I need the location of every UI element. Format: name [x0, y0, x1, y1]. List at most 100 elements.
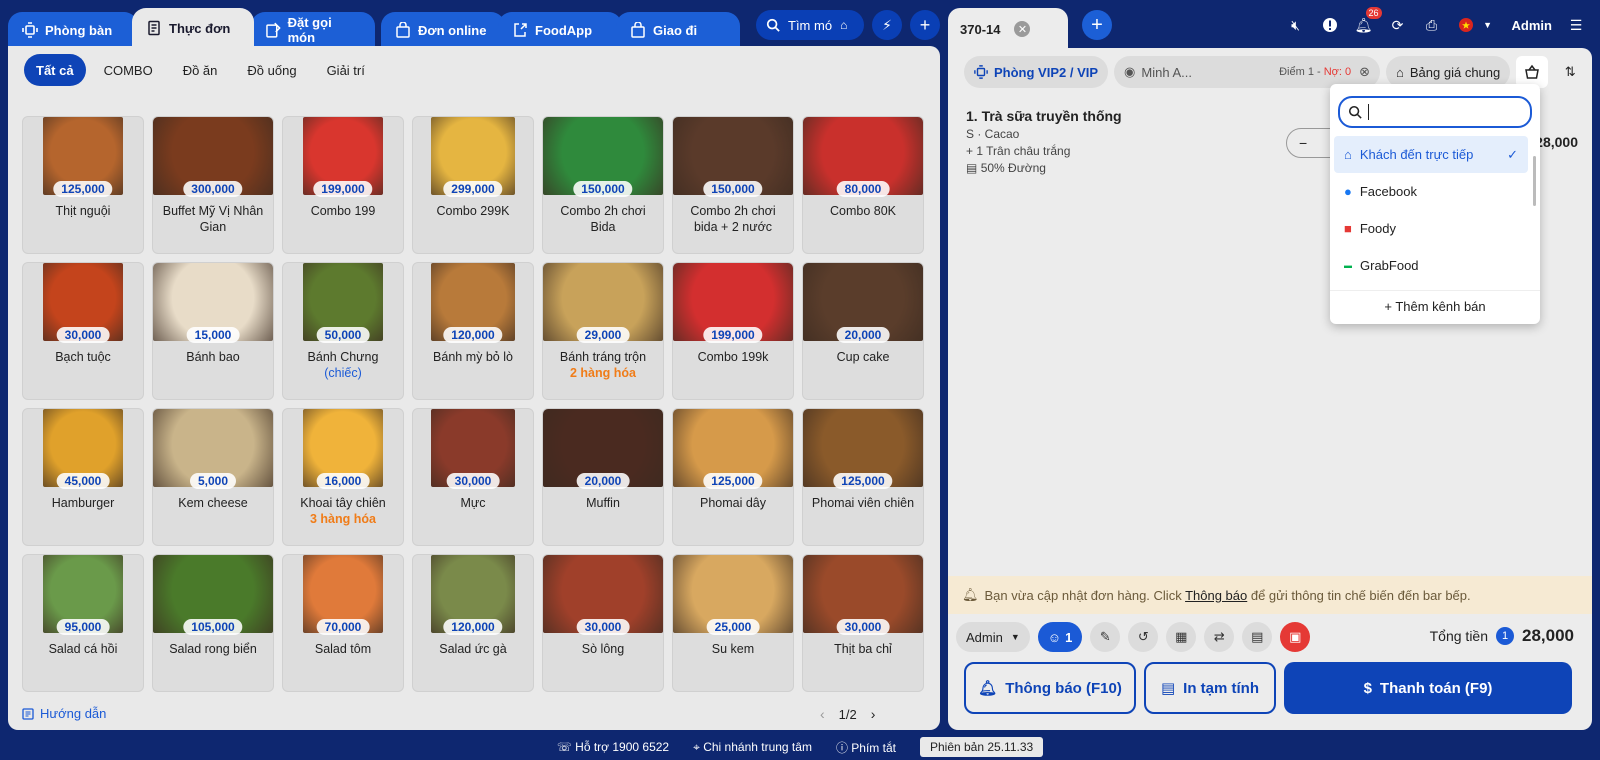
product-card[interactable]: 125,000 Phomai viên chiên	[802, 408, 924, 546]
print-temp-button[interactable]: ▤ In tạm tính	[1144, 662, 1276, 714]
product-card[interactable]: 125,000 Phomai dây	[672, 408, 794, 546]
product-card[interactable]: 105,000 Salad rong biển	[152, 554, 274, 692]
clipboard-button[interactable]: ▤	[1242, 622, 1273, 652]
notify-label: Thông báo (F10)	[1005, 679, 1122, 697]
product-price: 29,000	[576, 327, 630, 343]
minus-icon[interactable]: −	[1299, 135, 1307, 151]
search-button[interactable]: Tìm mó ⌂	[756, 10, 864, 40]
room-selector[interactable]: Phòng VIP2 / VIP	[964, 56, 1109, 88]
category-combo[interactable]: COMBO	[92, 54, 165, 86]
product-card[interactable]: 150,000 Combo 2h chơi Bida	[542, 116, 664, 254]
menu-panel: Tất cả COMBO Đồ ăn Đồ uống Giải trí 125,…	[8, 46, 940, 730]
flash-button[interactable]: ⚡	[872, 10, 902, 40]
product-card[interactable]: 120,000 Bánh mỳ bỏ lò	[412, 262, 534, 400]
product-card[interactable]: 30,000 Sò lông	[542, 554, 664, 692]
shortcut-link[interactable]: ⓘ Phím tắt	[836, 739, 896, 756]
guide-link[interactable]: Hướng dẫn	[22, 706, 106, 721]
product-card[interactable]: 30,000 Bạch tuộc	[22, 262, 144, 400]
close-icon[interactable]: ✕	[1014, 21, 1031, 37]
product-card[interactable]: 299,000 Combo 299K	[412, 116, 534, 254]
product-price: 150,000	[573, 181, 633, 197]
pay-button[interactable]: $ Thanh toán (F9)	[1284, 662, 1572, 714]
product-name: Combo 299K	[436, 204, 510, 218]
product-card[interactable]: 25,000 Su kem	[672, 554, 794, 692]
transfer-button[interactable]: ⇄	[1204, 622, 1235, 652]
product-card[interactable]: 29,000 Bánh tráng trộn 2 hàng hóa	[542, 262, 664, 400]
notice-link[interactable]: Thông báo	[1185, 588, 1247, 603]
product-card[interactable]: 20,000 Muffin	[542, 408, 664, 546]
channel-item-direct[interactable]: ⌂ Khách đến trực tiếp ✓	[1334, 136, 1528, 173]
tab-don-online[interactable]: Đơn online	[381, 12, 505, 48]
tab-thuc-don[interactable]: Thực đơn	[132, 8, 254, 48]
product-card[interactable]: 300,000 Buffet Mỹ Vị Nhân Gian	[152, 116, 274, 254]
product-card[interactable]: 20,000 Cup cake	[802, 262, 924, 400]
edit-button[interactable]: ✎	[1090, 622, 1121, 652]
product-card[interactable]: 45,000 Hamburger	[22, 408, 144, 546]
info-icon: ⓘ	[835, 740, 848, 755]
product-card[interactable]: 70,000 Salad tôm	[282, 554, 404, 692]
product-name: Bánh mỳ bỏ lò	[433, 350, 513, 364]
page-indicator: 1/2	[838, 706, 857, 722]
next-page-icon[interactable]: ›	[871, 706, 876, 722]
invoice-tab[interactable]: 370-14 ✕	[948, 8, 1068, 50]
support-link[interactable]: ☏ Hỗ trợ 1900 6522	[557, 740, 669, 754]
product-card[interactable]: 120,000 Salad ức gà	[412, 554, 534, 692]
prev-page-icon[interactable]: ‹	[820, 706, 825, 722]
gift-button[interactable]: ▣	[1280, 622, 1311, 652]
schedule-button[interactable]: ▦	[1166, 622, 1197, 652]
product-price: 20,000	[576, 473, 630, 489]
history-button[interactable]: ↺	[1128, 622, 1159, 652]
calendar-icon: ▦	[1175, 629, 1188, 644]
chevron-down-icon[interactable]: ▼	[1478, 15, 1498, 35]
bell-icon[interactable]: 🔔︎ 26	[1354, 7, 1382, 35]
vn-flag-icon[interactable]	[1456, 15, 1476, 35]
clear-icon[interactable]: ⊗	[1359, 64, 1370, 80]
staff-selector[interactable]: Admin ▼	[956, 622, 1030, 652]
product-card[interactable]: 5,000 Kem cheese	[152, 408, 274, 546]
note-icon: ▤	[966, 161, 978, 175]
tab-foodapp[interactable]: FoodApp	[498, 12, 622, 48]
notify-button[interactable]: 🔔︎ Thông báo (F10)	[964, 662, 1136, 714]
product-name-block: Sò lông	[547, 641, 659, 657]
category-all[interactable]: Tất cả	[24, 54, 86, 86]
branch-link[interactable]: ⌖ Chi nhánh trung tâm	[693, 740, 812, 755]
product-card[interactable]: 30,000 Mực	[412, 408, 534, 546]
product-card[interactable]: 80,000 Combo 80K	[802, 116, 924, 254]
product-card[interactable]: 199,000 Combo 199k	[672, 262, 794, 400]
tab-label: FoodApp	[535, 22, 593, 38]
tab-giao-di[interactable]: Giao đi	[616, 12, 740, 48]
sort-button[interactable]: ⇅	[1554, 56, 1586, 88]
product-card[interactable]: 30,000 Thịt ba chỉ	[802, 554, 924, 692]
product-card[interactable]: 16,000 Khoai tây chiên 3 hàng hóa	[282, 408, 404, 546]
product-card[interactable]: 95,000 Salad cá hồi	[22, 554, 144, 692]
category-entertainment[interactable]: Giải trí	[315, 54, 377, 86]
channel-search-input[interactable]	[1338, 96, 1532, 128]
hamburger-icon[interactable]: ☰	[1566, 15, 1586, 35]
product-card[interactable]: 50,000 Bánh Chưng (chiếc)	[282, 262, 404, 400]
printer-icon[interactable]: ⎙	[1422, 15, 1442, 35]
channel-item-foody[interactable]: ■ Foody	[1334, 210, 1528, 247]
dropdown-scrollbar[interactable]	[1533, 156, 1536, 206]
product-card[interactable]: 199,000 Combo 199	[282, 116, 404, 254]
product-card[interactable]: 125,000 Thịt nguội	[22, 116, 144, 254]
add-invoice-button[interactable]: +	[1082, 10, 1112, 40]
top-toolbar: 🔇︎ 🔔︎ 26 ⟳ ⎙ ▼ Admin ☰	[1286, 7, 1586, 40]
product-card[interactable]: 15,000 Bánh bao	[152, 262, 274, 400]
tab-phong-ban[interactable]: Phòng bàn	[8, 12, 138, 48]
version-label: Phiên bản 25.11.33	[919, 737, 1044, 757]
alert-icon[interactable]	[1320, 15, 1340, 35]
price-list-label: Bảng giá chung	[1409, 64, 1501, 80]
sync-icon[interactable]: ⟳	[1388, 15, 1408, 35]
check-icon: ✓	[1507, 146, 1518, 162]
category-drink[interactable]: Đồ uống	[235, 54, 308, 86]
add-button[interactable]: +	[910, 10, 940, 40]
guest-count-button[interactable]: ☺ 1	[1037, 622, 1083, 652]
category-food[interactable]: Đồ ăn	[171, 54, 230, 86]
product-card[interactable]: 150,000 Combo 2h chơi bida + 2 nước	[672, 116, 794, 254]
add-channel-button[interactable]: + Thêm kênh bán	[1330, 290, 1540, 314]
tab-dat-goi-mon[interactable]: Đặt gọi món	[251, 12, 375, 48]
channel-item-facebook[interactable]: ● Facebook	[1334, 173, 1528, 210]
admin-menu[interactable]: Admin	[1512, 18, 1552, 33]
mute-icon[interactable]: 🔇︎	[1286, 15, 1306, 35]
channel-item-grabfood[interactable]: ▬ GrabFood	[1334, 247, 1528, 284]
